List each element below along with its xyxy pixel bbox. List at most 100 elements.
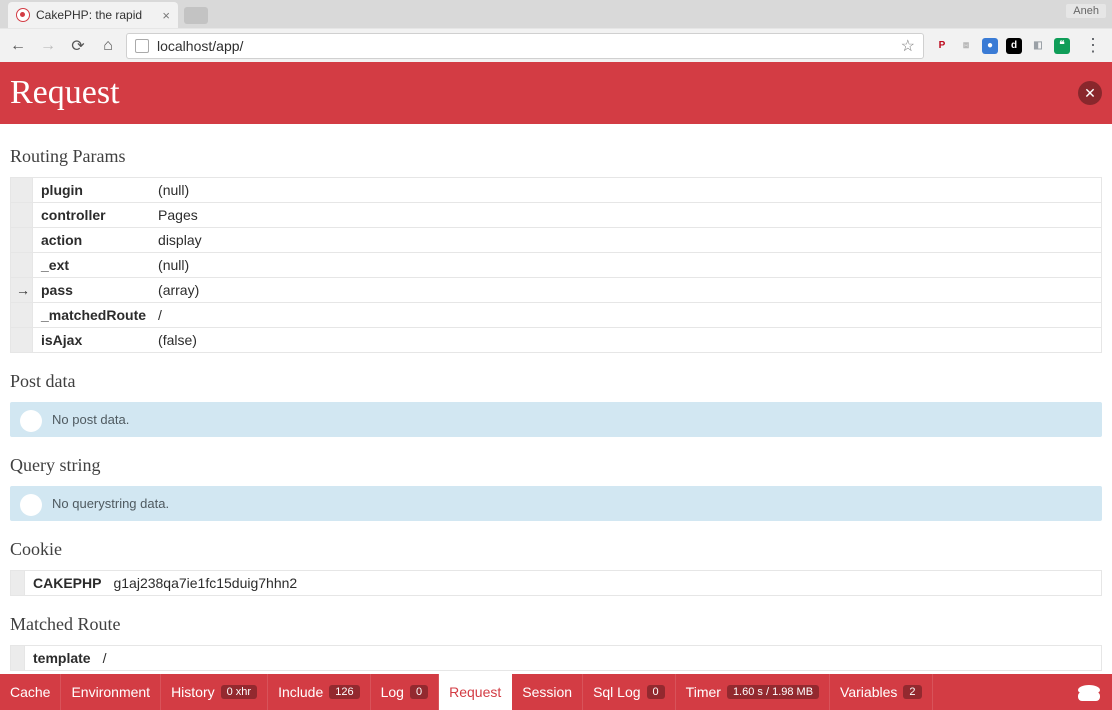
lastpass-icon[interactable]: ● [982,38,998,54]
routing-params-table: plugin(null)controllerPagesactiondisplay… [10,177,1102,353]
debug-tab-label: Sql Log [593,684,640,700]
debug-tab-label: Request [449,684,501,700]
section-post-data: Post data [10,371,1102,392]
row-value: (false) [152,328,1101,353]
debug-tab-label: Session [522,684,572,700]
browser-chrome: CakePHP: the rapid × Aneh ← → ⟳ ⌂ localh… [0,0,1112,62]
forward-button[interactable]: → [36,34,60,58]
debug-tab-badge: 2 [903,685,921,699]
tab-title: CakePHP: the rapid [36,8,156,22]
bookmark-star-icon[interactable]: ☆ [901,36,915,56]
debug-tab-label: Environment [71,684,150,700]
row-value: (null) [152,253,1101,278]
section-routing-params: Routing Params [10,146,1102,167]
row-value: / [152,303,1101,328]
row-gutter [11,646,25,671]
debug-tab-timer[interactable]: Timer1.60 s / 1.98 MB [676,674,830,710]
debug-tab-cache[interactable]: Cache [0,674,61,710]
row-value: (null) [152,178,1101,203]
browser-tab[interactable]: CakePHP: the rapid × [8,2,178,28]
row-key: action [33,228,153,253]
page-title: Request [10,74,120,112]
debug-tab-label: History [171,684,215,700]
table-row[interactable]: →pass(array) [11,278,1102,303]
debug-tab-badge: 1.60 s / 1.98 MB [727,685,819,699]
close-panel-button[interactable]: ✕ [1078,81,1102,105]
reload-button[interactable]: ⟳ [66,34,90,58]
debug-tab-badge: 0 [647,685,665,699]
url-bar[interactable]: localhost/app/ ☆ [126,33,924,59]
bookmark-icon[interactable]: ◧ [1030,38,1046,54]
dropbox-icon[interactable]: ⧈ [958,38,974,54]
table-row: template/ [11,646,1102,671]
debug-tab-session[interactable]: Session [512,674,583,710]
table-row: actiondisplay [11,228,1102,253]
url-text: localhost/app/ [157,38,243,54]
debug-tab-label: Include [278,684,323,700]
row-key: pass [33,278,153,303]
row-gutter [11,328,33,353]
table-row: isAjax(false) [11,328,1102,353]
expand-arrow-icon[interactable]: → [11,278,33,303]
row-key: _matchedRoute [33,303,153,328]
table-row: plugin(null) [11,178,1102,203]
table-row: controllerPages [11,203,1102,228]
scroll-area[interactable]: Request ✕ Routing Params plugin(null)con… [0,62,1112,674]
cakephp-favicon-icon [16,8,30,22]
debug-tab-badge: 0 [410,685,428,699]
debug-tab-badge: 0 xhr [221,685,257,699]
row-gutter [11,178,33,203]
tab-close-icon[interactable]: × [162,9,170,22]
viewport: Request ✕ Routing Params plugin(null)con… [0,62,1112,674]
row-key: CAKEPHP [25,571,108,596]
cookie-table: CAKEPHPg1aj238qa7ie1fc15duig7hhn2 [10,570,1102,596]
row-gutter [11,228,33,253]
pinterest-icon[interactable]: P [934,38,950,54]
row-value: (array) [152,278,1101,303]
section-cookie: Cookie [10,539,1102,560]
row-key: isAjax [33,328,153,353]
close-icon: ✕ [1084,85,1096,102]
back-button[interactable]: ← [6,34,30,58]
row-key: _ext [33,253,153,278]
query-string-message: No querystring data. [10,486,1102,521]
debug-tab-variables[interactable]: Variables 2 [830,674,932,710]
row-key: template [25,646,97,671]
home-button[interactable]: ⌂ [96,34,120,58]
post-data-message: No post data. [10,402,1102,437]
extension-icons: P ⧈ ● d ◧ ❝ [930,38,1074,54]
debug-tab-include[interactable]: Include 126 [268,674,371,710]
row-gutter [11,253,33,278]
cakephp-logo[interactable] [1066,674,1112,710]
cake-icon [1078,683,1100,701]
new-tab-button[interactable] [184,7,208,24]
chrome-menu-icon[interactable]: ⋮ [1080,35,1106,56]
row-value: / [97,646,1102,671]
table-row: CAKEPHPg1aj238qa7ie1fc15duig7hhn2 [11,571,1102,596]
table-row: _ext(null) [11,253,1102,278]
row-gutter [11,303,33,328]
browser-toolbar: ← → ⟳ ⌂ localhost/app/ ☆ P ⧈ ● d ◧ ❝ ⋮ [0,28,1112,62]
debug-tab-history[interactable]: History 0 xhr [161,674,268,710]
debug-tab-label: Variables [840,684,897,700]
page-info-icon[interactable] [135,39,149,53]
digg-icon[interactable]: d [1006,38,1022,54]
row-value: Pages [152,203,1101,228]
row-value: g1aj238qa7ie1fc15duig7hhn2 [107,571,1101,596]
panel-content: Routing Params plugin(null)controllerPag… [0,124,1112,674]
row-gutter [11,571,25,596]
debug-tab-label: Log [381,684,404,700]
debug-tab-request[interactable]: Request [439,674,512,710]
row-key: plugin [33,178,153,203]
row-value: display [152,228,1101,253]
debug-tab-log[interactable]: Log 0 [371,674,439,710]
debug-tab-sql-log[interactable]: Sql Log 0 [583,674,676,710]
profile-badge[interactable]: Aneh [1066,4,1106,18]
row-key: controller [33,203,153,228]
url-path: /app/ [212,38,243,54]
hangouts-icon[interactable]: ❝ [1054,38,1070,54]
debug-tab-badge: 126 [329,685,359,699]
debug-tab-environment[interactable]: Environment [61,674,161,710]
table-row: _matchedRoute/ [11,303,1102,328]
matched-route-table: template/ [10,645,1102,671]
